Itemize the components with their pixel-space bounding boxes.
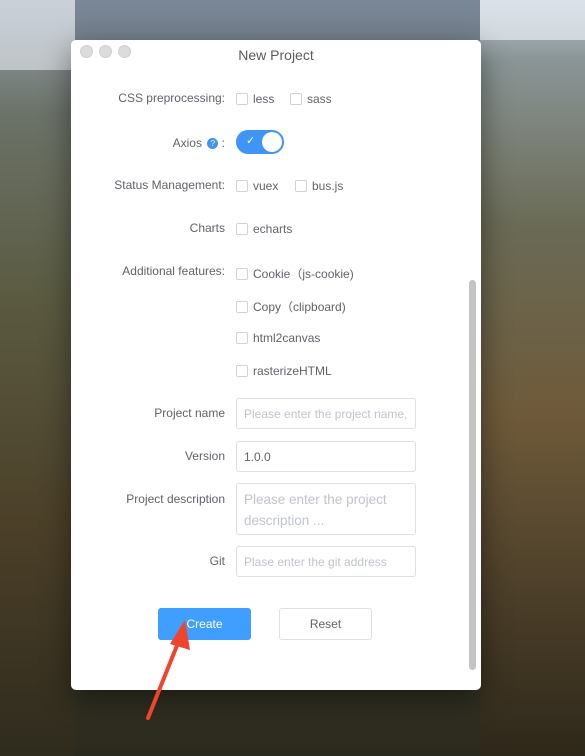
annotation-arrow-icon bbox=[146, 620, 190, 720]
